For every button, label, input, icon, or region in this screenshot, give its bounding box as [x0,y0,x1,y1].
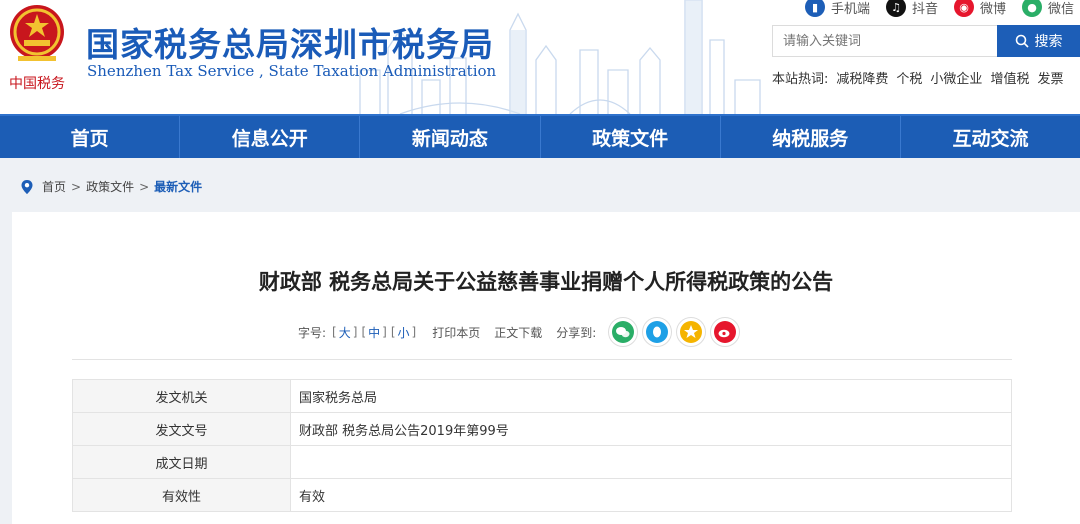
meta-key: 发文文号 [72,412,291,446]
breadcrumb-home[interactable]: 首页 [42,178,66,195]
table-row: 成文日期 [72,445,1012,479]
hotword-item[interactable]: 增值税 [990,68,1029,87]
bracket: ] [352,325,358,339]
bracket: [ [361,325,367,339]
breadcrumb: 首页 > 政策文件 > 最新文件 [20,178,202,195]
toplink-label: 抖音 [912,1,939,17]
meta-value: 国家税务总局 [290,379,1012,413]
bracket: [ [332,325,337,339]
hot-keywords: 本站热词: 减税降费 个税 小微企业 增值税 发票 [772,68,1063,87]
breadcrumb-policy[interactable]: 政策文件 [86,178,134,195]
table-row: 有效性 有效 [72,478,1012,512]
nav-interaction[interactable]: 互动交流 [901,116,1080,158]
hotword-item[interactable]: 个税 [896,68,922,87]
title-divider [72,359,1012,360]
site-title-cn: 国家税务总局深圳市税务局 [86,25,494,64]
toplink-weibo[interactable]: ◉ 微博 [954,0,1006,17]
national-emblem-logo: 中国税务 [9,5,65,92]
bracket: ] [382,325,387,339]
bracket: ] [411,325,417,339]
search-input[interactable] [772,25,997,57]
toplink-douyin[interactable]: ♫ 抖音 [886,0,938,17]
table-row: 发文文号 财政部 税务总局公告2019年第99号 [72,412,1012,446]
font-size-small[interactable]: 小 [398,324,410,341]
qzone-share-icon [680,321,703,343]
search-bar: 搜索 [772,25,1080,57]
article-card: 财政部 税务总局关于公益慈善事业捐赠个人所得税政策的公告 字号: [ 大 ] [… [12,212,1080,524]
nav-tax-services[interactable]: 纳税服务 [721,116,901,158]
article-tools: 字号: [ 大 ] [ 中 ] [ 小 ] 打印本页 正文下载 分享到: [298,317,741,347]
hotword-item[interactable]: 发票 [1037,68,1063,87]
nav-home[interactable]: 首页 [0,116,181,158]
toplink-label: 手机端 [831,1,871,17]
emblem-caption: 中国税务 [9,76,65,92]
douyin-icon: ♫ [886,0,907,17]
font-size-large[interactable]: 大 [339,324,351,341]
meta-key: 发文机关 [72,379,291,413]
meta-value: 财政部 税务总局公告2019年第99号 [290,412,1012,446]
wechat-share-icon [612,321,635,343]
search-icon [1015,34,1029,48]
font-size-label: 字号: [298,325,327,340]
main-nav: 首页 信息公开 新闻动态 政策文件 纳税服务 互动交流 [0,114,1080,158]
search-button-label: 搜索 [1034,34,1063,50]
nav-news[interactable]: 新闻动态 [360,116,541,158]
breadcrumb-separator: > [139,179,150,194]
share-wechat-button[interactable] [608,317,639,347]
hotword-item[interactable]: 减税降费 [836,68,888,87]
share-label: 分享到: [556,325,597,340]
toplink-mobile[interactable]: ▮ 手机端 [805,0,870,17]
download-link[interactable]: 正文下载 [494,324,542,341]
search-button[interactable]: 搜索 [997,25,1080,57]
document-metadata-table: 发文机关 国家税务总局 发文文号 财政部 税务总局公告2019年第99号 成文日… [72,379,1012,512]
toplink-label: 微信 [1048,1,1075,17]
top-links: ▮ 手机端 ♫ 抖音 ◉ 微博 ● 微信 [805,0,1074,18]
location-pin-icon [21,179,33,194]
article-title: 财政部 税务总局关于公益慈善事业捐赠个人所得税政策的公告 [258,270,834,294]
breadcrumb-current: 最新文件 [154,180,203,194]
bracket: [ [390,325,396,339]
weibo-icon: ◉ [954,0,975,17]
wechat-icon: ● [1022,0,1043,17]
hotword-item[interactable]: 小微企业 [930,68,982,87]
print-link[interactable]: 打印本页 [432,324,480,341]
share-qq-button[interactable] [642,317,673,347]
hotwords-label: 本站热词: [772,72,829,87]
qq-share-icon [646,321,669,343]
meta-key: 成文日期 [72,445,291,479]
font-size-medium[interactable]: 中 [368,324,380,341]
meta-value: 有效 [290,478,1012,512]
site-header: 中国税务 国家税务总局深圳市税务局 Shenzhen Tax Service ,… [0,0,1080,114]
nav-policy-documents[interactable]: 政策文件 [541,116,721,158]
table-row: 发文机关 国家税务总局 [72,379,1012,413]
nav-info-disclosure[interactable]: 信息公开 [180,116,361,158]
weibo-share-icon [714,321,737,343]
breadcrumb-separator: > [71,179,82,194]
site-title-en: Shenzhen Tax Service , State Taxation Ad… [87,62,497,80]
share-weibo-button[interactable] [710,317,741,347]
meta-key: 有效性 [72,478,291,512]
phone-icon: ▮ [805,0,825,17]
toplink-label: 微博 [980,1,1007,17]
toplink-wechat[interactable]: ● 微信 [1022,0,1074,17]
meta-value [290,445,1012,479]
share-buttons [608,317,741,347]
share-qzone-button[interactable] [676,317,707,347]
